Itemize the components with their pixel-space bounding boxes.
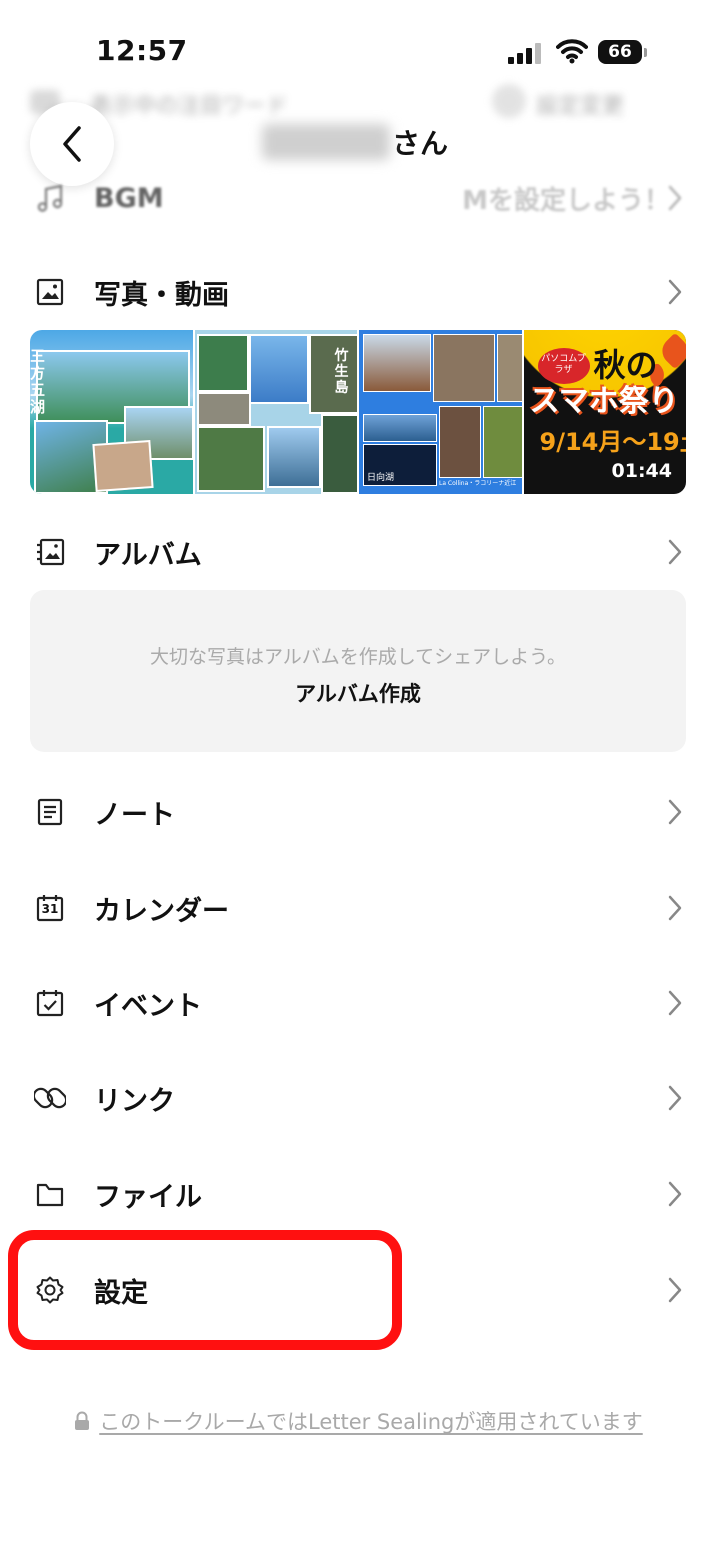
- status-time: 12:57: [96, 34, 188, 67]
- menu-item-label: カレンダー: [94, 895, 229, 927]
- album-empty-card: 大切な写真はアルバムを作成してシェアしよう。 アルバム作成: [30, 590, 686, 752]
- thumbnail-caption: La Collina・ラコリーナ近江: [439, 480, 517, 487]
- chevron-right-icon: [668, 895, 682, 921]
- menu-item-bgm[interactable]: BGM Mを設定しよう！: [0, 162, 716, 234]
- menu-item-label: イベント: [94, 990, 202, 1022]
- redacted-name: [262, 124, 390, 160]
- blurred-background-row: 表示中の注目ワード 設定変更: [30, 82, 690, 122]
- letter-sealing-link[interactable]: このトークルームではLetter Sealingが適用されています: [99, 1406, 642, 1436]
- highlight-annotation: [8, 1230, 402, 1350]
- photo-thumbnail[interactable]: 三方五湖: [30, 330, 193, 494]
- chevron-right-icon: [668, 539, 682, 565]
- menu-item-label: リンク: [94, 1085, 175, 1117]
- menu-item-event[interactable]: イベント: [0, 967, 716, 1039]
- letter-sealing-notice[interactable]: このトークルームではLetter Sealingが適用されています: [0, 1406, 716, 1436]
- menu-item-label: アルバム: [94, 539, 202, 571]
- music-note-icon: [34, 182, 66, 214]
- lock-icon: [75, 1411, 90, 1430]
- photo-thumbnails: 三方五湖 竹生島 日向湖 La Collina・ラコリーナ近江 パソコムプラザ …: [30, 330, 686, 494]
- thumbnail-dates: 9/14月〜19土: [539, 428, 687, 456]
- menu-item-label: 写真・動画: [94, 279, 229, 311]
- menu-item-calendar[interactable]: 31 カレンダー: [0, 872, 716, 944]
- video-thumbnail[interactable]: パソコムプラザ 秋の スマホ祭り 9/14月〜19土 01:44: [523, 330, 687, 494]
- chevron-right-icon: [668, 1085, 682, 1111]
- page-title: さん: [262, 120, 448, 164]
- chevron-right-icon: [668, 185, 682, 211]
- chevron-right-icon: [668, 1181, 682, 1207]
- chevron-right-icon: [668, 1277, 682, 1303]
- thumbnail-caption: 三方五湖: [30, 347, 46, 416]
- photo-thumbnail[interactable]: 竹生島: [194, 330, 357, 494]
- menu-item-album[interactable]: アルバム: [0, 516, 716, 588]
- photo-icon: [34, 276, 66, 308]
- calendar-icon-date: 31: [41, 902, 59, 916]
- menu-item-file[interactable]: ファイル: [0, 1158, 716, 1230]
- chevron-right-icon: [668, 279, 682, 305]
- photo-thumbnail[interactable]: 日向湖 La Collina・ラコリーナ近江: [359, 330, 522, 494]
- chevron-right-icon: [668, 990, 682, 1016]
- title-suffix: さん: [392, 127, 449, 160]
- create-album-button[interactable]: アルバム作成: [30, 678, 686, 708]
- album-icon: [34, 536, 66, 568]
- bgm-value: Mを設定しよう！: [462, 185, 670, 216]
- cellular-signal-icon: [508, 43, 541, 64]
- menu-item-photos[interactable]: 写真・動画: [0, 256, 716, 328]
- note-icon: [34, 796, 66, 828]
- link-icon: [34, 1082, 66, 1114]
- thumbnail-caption: 日向湖: [367, 473, 395, 483]
- battery-level: 66: [598, 40, 642, 64]
- menu-item-label: ファイル: [94, 1181, 202, 1213]
- thumbnail-caption: 竹生島: [334, 348, 349, 396]
- album-empty-text: 大切な写真はアルバムを作成してシェアしよう。: [149, 646, 567, 668]
- menu-item-note[interactable]: ノート: [0, 776, 716, 848]
- event-icon: [34, 987, 66, 1019]
- menu-item-label: BGM: [94, 182, 164, 214]
- menu-item-label: ノート: [94, 799, 175, 831]
- video-duration: 01:44: [611, 460, 672, 482]
- battery-icon: 66: [598, 40, 648, 64]
- chevron-right-icon: [668, 799, 682, 825]
- thumbnail-title: スマホ祭り: [529, 384, 679, 419]
- calendar-icon: 31: [34, 892, 66, 924]
- menu-item-link[interactable]: リンク: [0, 1062, 716, 1134]
- folder-icon: [34, 1178, 66, 1210]
- chevron-left-icon: [63, 126, 81, 162]
- wifi-icon: [556, 39, 588, 64]
